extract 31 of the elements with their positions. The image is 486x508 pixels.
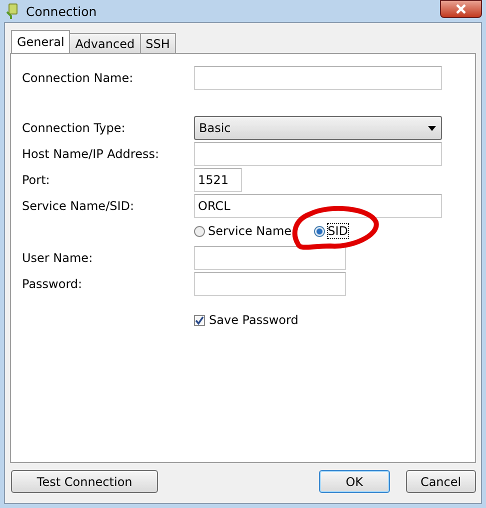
input-field[interactable]: ORCL (194, 194, 442, 218)
window-title: Connection (26, 4, 97, 18)
dropdown-arrow-icon (428, 126, 436, 130)
close-button[interactable] (440, 0, 482, 18)
radio-button[interactable] (194, 226, 205, 236)
input-field[interactable] (194, 246, 346, 270)
close-icon (455, 4, 467, 14)
tab[interactable]: General (11, 30, 70, 53)
input-field[interactable] (194, 272, 346, 296)
checkbox[interactable] (194, 314, 205, 326)
field-label: User Name: (22, 251, 94, 265)
input-field[interactable]: 1521 (194, 168, 242, 192)
input-field[interactable] (194, 142, 442, 166)
dialog-button[interactable]: Cancel (406, 470, 476, 493)
field-label: Connection Type: (22, 121, 126, 135)
dialog-button[interactable]: OK (319, 470, 390, 493)
field-label: Password: (22, 277, 84, 291)
checkbox-label: Save Password (209, 313, 298, 327)
tab[interactable]: SSH (140, 33, 176, 53)
radio-button[interactable] (314, 226, 325, 236)
field-label: Connection Name: (22, 71, 134, 85)
tab[interactable]: Advanced (69, 33, 141, 53)
field-label: Port: (22, 173, 51, 187)
input-field[interactable] (194, 66, 442, 90)
field-label: Host Name/IP Address: (22, 147, 160, 161)
field-label: Service Name/SID: (22, 199, 136, 213)
plug-icon (6, 3, 20, 19)
radio-label: Service Name (208, 224, 292, 238)
radio-label: SID (328, 224, 348, 238)
dialog-button[interactable]: Test Connection (11, 470, 158, 493)
dropdown[interactable]: Basic (194, 116, 442, 140)
